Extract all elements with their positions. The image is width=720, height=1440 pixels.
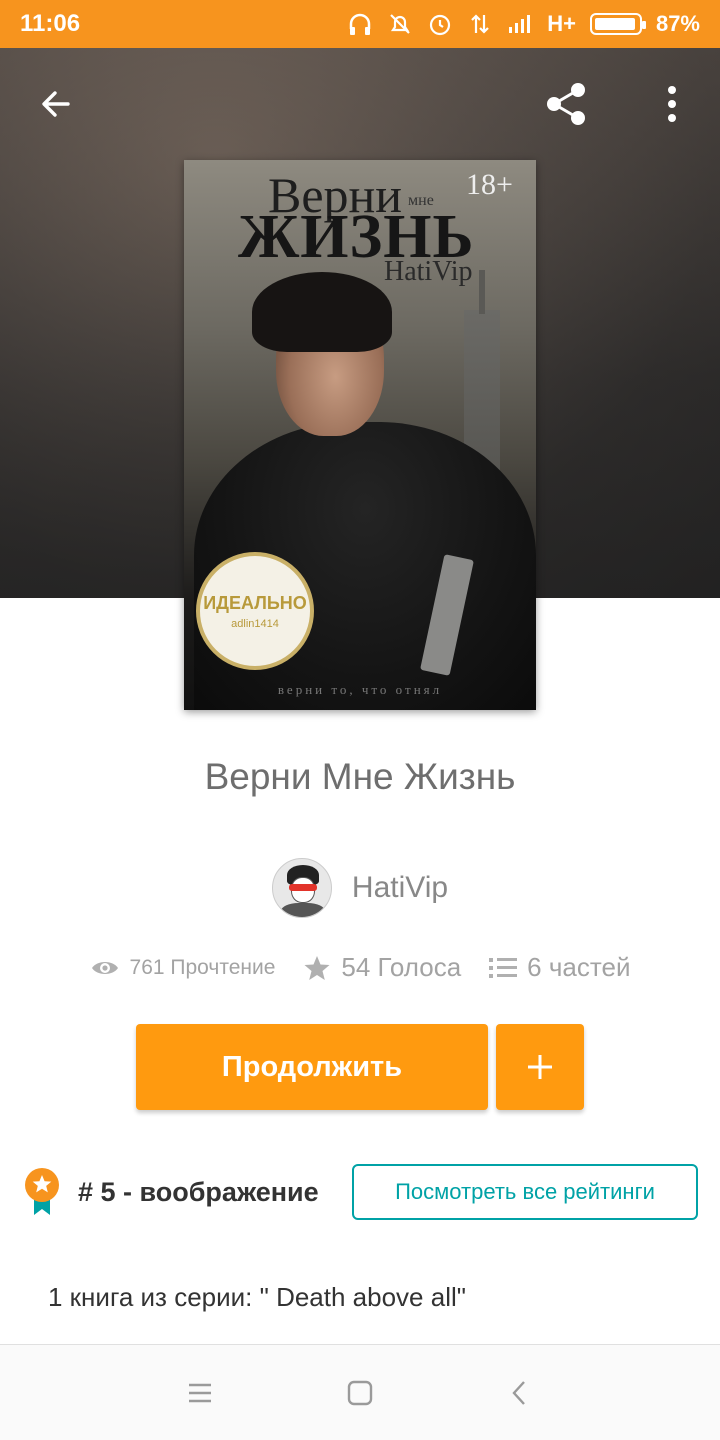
avatar[interactable] — [271, 858, 332, 918]
reads-stat: 761 Прочтение — [90, 955, 276, 980]
home-square-icon — [347, 1380, 373, 1405]
votes-stat: 54 Голоса — [303, 952, 461, 983]
status-icons: H+ 87% — [347, 11, 700, 37]
mute-icon — [390, 14, 410, 34]
view-all-rankings-button[interactable]: Посмотреть все рейтинги — [352, 1164, 698, 1220]
cover-author: HatiVip — [384, 256, 473, 287]
continue-reading-button[interactable]: Продолжить — [136, 1024, 488, 1110]
author-row[interactable]: HatiVip — [0, 858, 720, 918]
more-options-button[interactable] — [646, 78, 698, 130]
stamp-main-text: ИДЕАЛЬНО — [203, 592, 307, 613]
series-description: 1 книга из серии: " Death above all" — [48, 1282, 466, 1312]
ranking-text: # 5 - воображение — [78, 1176, 319, 1207]
nav-back-button[interactable] — [495, 1368, 545, 1418]
more-vertical-icon — [668, 86, 676, 122]
back-button[interactable] — [30, 78, 82, 130]
battery-percent: 87% — [655, 11, 700, 36]
plus-icon — [528, 1055, 552, 1079]
parts-stat: 6 частей — [489, 952, 630, 983]
data-transfer-icon — [471, 14, 489, 34]
cover-tagline: верни то, что отнял — [277, 682, 443, 697]
network-type: H+ — [547, 11, 576, 36]
menu-icon — [189, 1383, 211, 1402]
cover-award-stamp: ИДЕАЛЬНО adlin1414 — [196, 552, 314, 670]
votes-count: 54 Голоса — [341, 952, 462, 982]
award-badge-icon — [25, 1168, 59, 1215]
book-title: Верни Мне Жизнь — [204, 756, 516, 797]
parts-count: 6 частей — [527, 952, 631, 982]
headphones-icon — [349, 13, 371, 35]
status-bar: 11:06 H+ 87% — [0, 0, 720, 48]
nav-menu-button[interactable] — [175, 1368, 225, 1418]
cover-figure-hair — [252, 272, 392, 352]
book-stats: 761 Прочтение 54 Голоса 6 частей — [0, 952, 720, 983]
alarm-icon — [430, 14, 451, 36]
back-arrow-icon — [42, 91, 70, 117]
list-icon — [489, 957, 518, 978]
system-nav-bar — [0, 1345, 720, 1440]
nav-home-button[interactable] — [335, 1368, 385, 1418]
ranking-row: # 5 - воображение Посмотреть все рейтинг… — [22, 1162, 698, 1222]
status-time: 11:06 — [20, 10, 81, 37]
star-icon — [304, 955, 330, 980]
book-cover[interactable]: Верни мне 18+ ЖИЗНЬ HatiVip ИДЕАЛЬНО adl… — [184, 160, 536, 710]
eye-icon — [91, 961, 118, 974]
author-name[interactable]: HatiVip — [352, 871, 448, 905]
chevron-left-icon — [512, 1380, 525, 1405]
signal-icon — [509, 15, 531, 33]
cover-age-rating: 18+ — [466, 168, 513, 201]
add-to-library-button[interactable] — [496, 1024, 584, 1110]
stamp-sub-text: adlin1414 — [231, 617, 279, 630]
reads-count: 761 Прочтение — [129, 955, 276, 979]
battery-icon — [589, 13, 646, 35]
share-icon — [547, 83, 585, 125]
share-button[interactable] — [540, 78, 592, 130]
